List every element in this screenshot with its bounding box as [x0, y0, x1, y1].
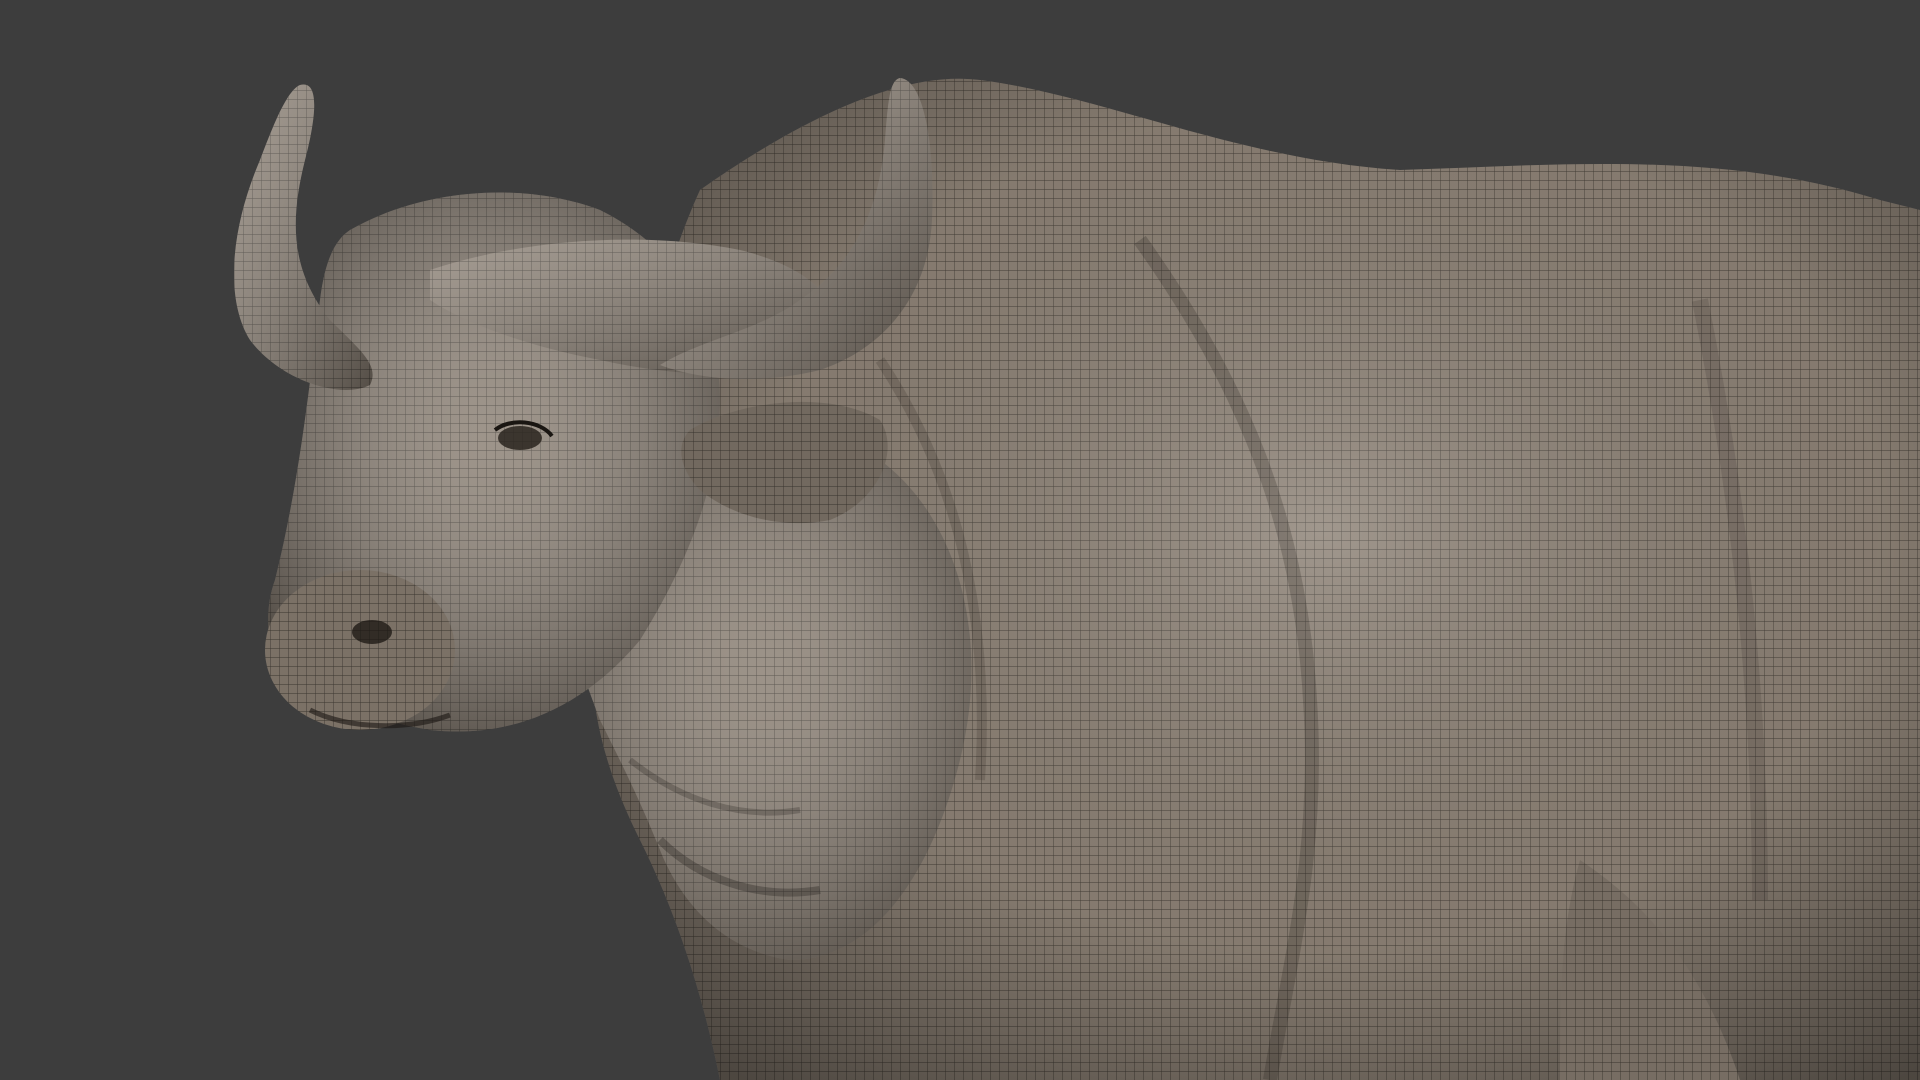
eye-icon [498, 426, 542, 450]
viewport-canvas[interactable] [0, 0, 1920, 1080]
3d-viewport[interactable] [0, 0, 1920, 1080]
nostril-icon [352, 620, 392, 644]
